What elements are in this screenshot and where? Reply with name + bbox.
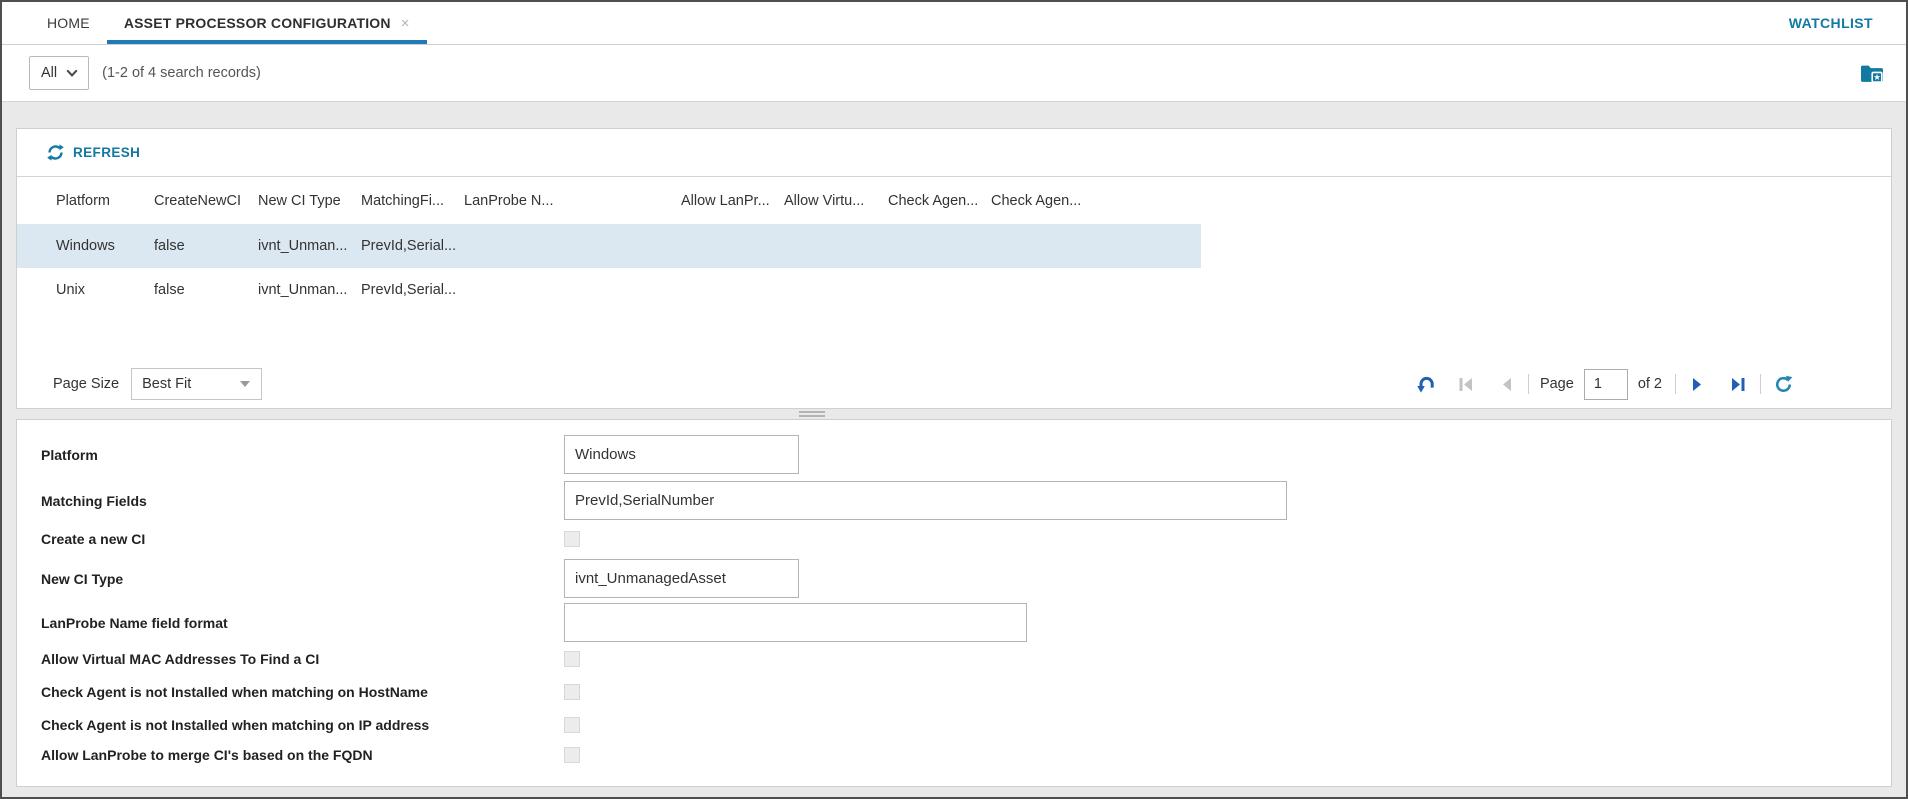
panel-splitter[interactable]: [2, 409, 1906, 419]
table-row[interactable]: Unixfalseivnt_Unman...PrevId,Serial...: [17, 268, 1201, 312]
column-header[interactable]: Check Agen...: [991, 193, 1185, 209]
search-records-count: (1-2 of 4 search records): [102, 65, 261, 81]
form-row: LanProbe Name field format: [41, 603, 1891, 642]
results-grid-panel: REFRESH PlatformCreateNewCINew CI TypeMa…: [16, 128, 1892, 409]
tab-home-label: HOME: [47, 15, 90, 31]
page-gap: [2, 102, 1906, 128]
form-row: Matching Fields: [41, 481, 1891, 520]
svg-text:★: ★: [1873, 72, 1881, 82]
close-icon[interactable]: ×: [401, 15, 410, 32]
text-field[interactable]: [564, 559, 799, 598]
page-of-label: of 2: [1638, 376, 1662, 392]
checkbox[interactable]: [564, 717, 580, 733]
grid-rows: Windowsfalseivnt_Unman...PrevId,Serial..…: [17, 224, 1891, 312]
text-field[interactable]: [564, 481, 1287, 520]
scope-dropdown-value: All: [41, 65, 57, 81]
column-header[interactable]: New CI Type: [258, 193, 361, 209]
record-detail-form: Platform Matching Fields Create a new CI Ne…: [16, 419, 1892, 787]
form-row: Allow Virtual MAC Addresses To Find a CI: [41, 651, 1891, 667]
splitter-grip-icon: [799, 411, 825, 417]
checkbox[interactable]: [564, 651, 580, 667]
form-row: Allow LanProbe to merge CI's based on th…: [41, 747, 1891, 763]
field-label: Allow Virtual MAC Addresses To Find a CI: [41, 651, 564, 667]
last-page-icon[interactable]: [1725, 371, 1751, 397]
column-header[interactable]: Platform: [56, 193, 154, 209]
field-label: Allow LanProbe to merge CI's based on th…: [41, 747, 564, 763]
table-cell: false: [154, 238, 258, 254]
form-row: Create a new CI: [41, 531, 1891, 547]
checkbox[interactable]: [564, 531, 580, 547]
pagination-divider: [1675, 374, 1676, 394]
field-label: Check Agent is not Installed when matchi…: [41, 684, 564, 700]
page-size-label: Page Size: [53, 376, 119, 392]
page-size-value: Best Fit: [142, 376, 191, 392]
text-field[interactable]: [564, 603, 1027, 642]
watchlist-link[interactable]: WATCHLIST: [1789, 2, 1873, 44]
grid-column-headers: PlatformCreateNewCINew CI TypeMatchingFi…: [17, 177, 1201, 224]
reload-icon[interactable]: [1770, 371, 1796, 397]
column-header[interactable]: LanProbe N...: [464, 193, 681, 209]
folder-star-icon[interactable]: ★: [1860, 63, 1884, 84]
first-page-icon[interactable]: [1453, 371, 1479, 397]
form-row: Check Agent is not Installed when matchi…: [41, 717, 1891, 733]
filter-bar: All (1-2 of 4 search records) ★: [2, 45, 1906, 102]
page-size-dropdown[interactable]: Best Fit: [131, 368, 262, 400]
table-cell: PrevId,Serial...: [361, 282, 464, 298]
field-label: LanProbe Name field format: [41, 615, 564, 631]
form-row: New CI Type: [41, 559, 1891, 598]
page-label: Page: [1540, 376, 1574, 392]
field-label: Create a new CI: [41, 531, 564, 547]
table-cell: ivnt_Unman...: [258, 238, 361, 254]
tab-active-label: ASSET PROCESSOR CONFIGURATION: [124, 15, 391, 31]
scope-dropdown[interactable]: All: [29, 56, 89, 90]
field-label: Check Agent is not Installed when matchi…: [41, 717, 564, 733]
tab-bar: HOME ASSET PROCESSOR CONFIGURATION × WAT…: [2, 2, 1906, 45]
column-header[interactable]: MatchingFi...: [361, 193, 464, 209]
checkbox[interactable]: [564, 684, 580, 700]
column-header[interactable]: CreateNewCI: [154, 193, 258, 209]
table-cell: false: [154, 282, 258, 298]
bottom-strip: [2, 787, 1906, 797]
grid-toolbar: REFRESH: [17, 129, 1891, 177]
tabbar-spacer: [427, 2, 1789, 44]
column-header[interactable]: Allow LanPr...: [681, 193, 784, 209]
refresh-icon: [47, 144, 64, 161]
text-field[interactable]: [564, 435, 799, 474]
column-header[interactable]: Check Agen...: [888, 193, 991, 209]
page-number-input[interactable]: [1584, 369, 1628, 400]
refresh-button[interactable]: REFRESH: [73, 145, 140, 160]
table-cell: Windows: [56, 238, 154, 254]
checkbox[interactable]: [564, 747, 580, 763]
previous-page-icon[interactable]: [1493, 371, 1519, 397]
table-cell: ivnt_Unman...: [258, 282, 361, 298]
table-row[interactable]: Windowsfalseivnt_Unman...PrevId,Serial..…: [17, 224, 1201, 268]
field-label: New CI Type: [41, 571, 564, 587]
table-cell: PrevId,Serial...: [361, 238, 464, 254]
table-cell: Unix: [56, 282, 154, 298]
pagination-divider: [1760, 374, 1761, 394]
pagination-bar: Page Size Best Fit: [17, 360, 1891, 408]
form-row: Check Agent is not Installed when matchi…: [41, 684, 1891, 700]
tab-home[interactable]: HOME: [30, 2, 107, 44]
field-label: Matching Fields: [41, 493, 564, 509]
chevron-down-icon: [66, 69, 78, 77]
pagination-divider: [1528, 374, 1529, 394]
column-header[interactable]: Allow Virtu...: [784, 193, 888, 209]
field-label: Platform: [41, 447, 564, 463]
app-window: HOME ASSET PROCESSOR CONFIGURATION × WAT…: [0, 0, 1908, 799]
next-page-icon[interactable]: [1685, 371, 1711, 397]
undo-icon[interactable]: [1413, 371, 1439, 397]
tab-asset-processor-configuration[interactable]: ASSET PROCESSOR CONFIGURATION ×: [107, 2, 427, 44]
triangle-down-icon: [240, 381, 250, 387]
form-row: Platform: [41, 435, 1891, 474]
